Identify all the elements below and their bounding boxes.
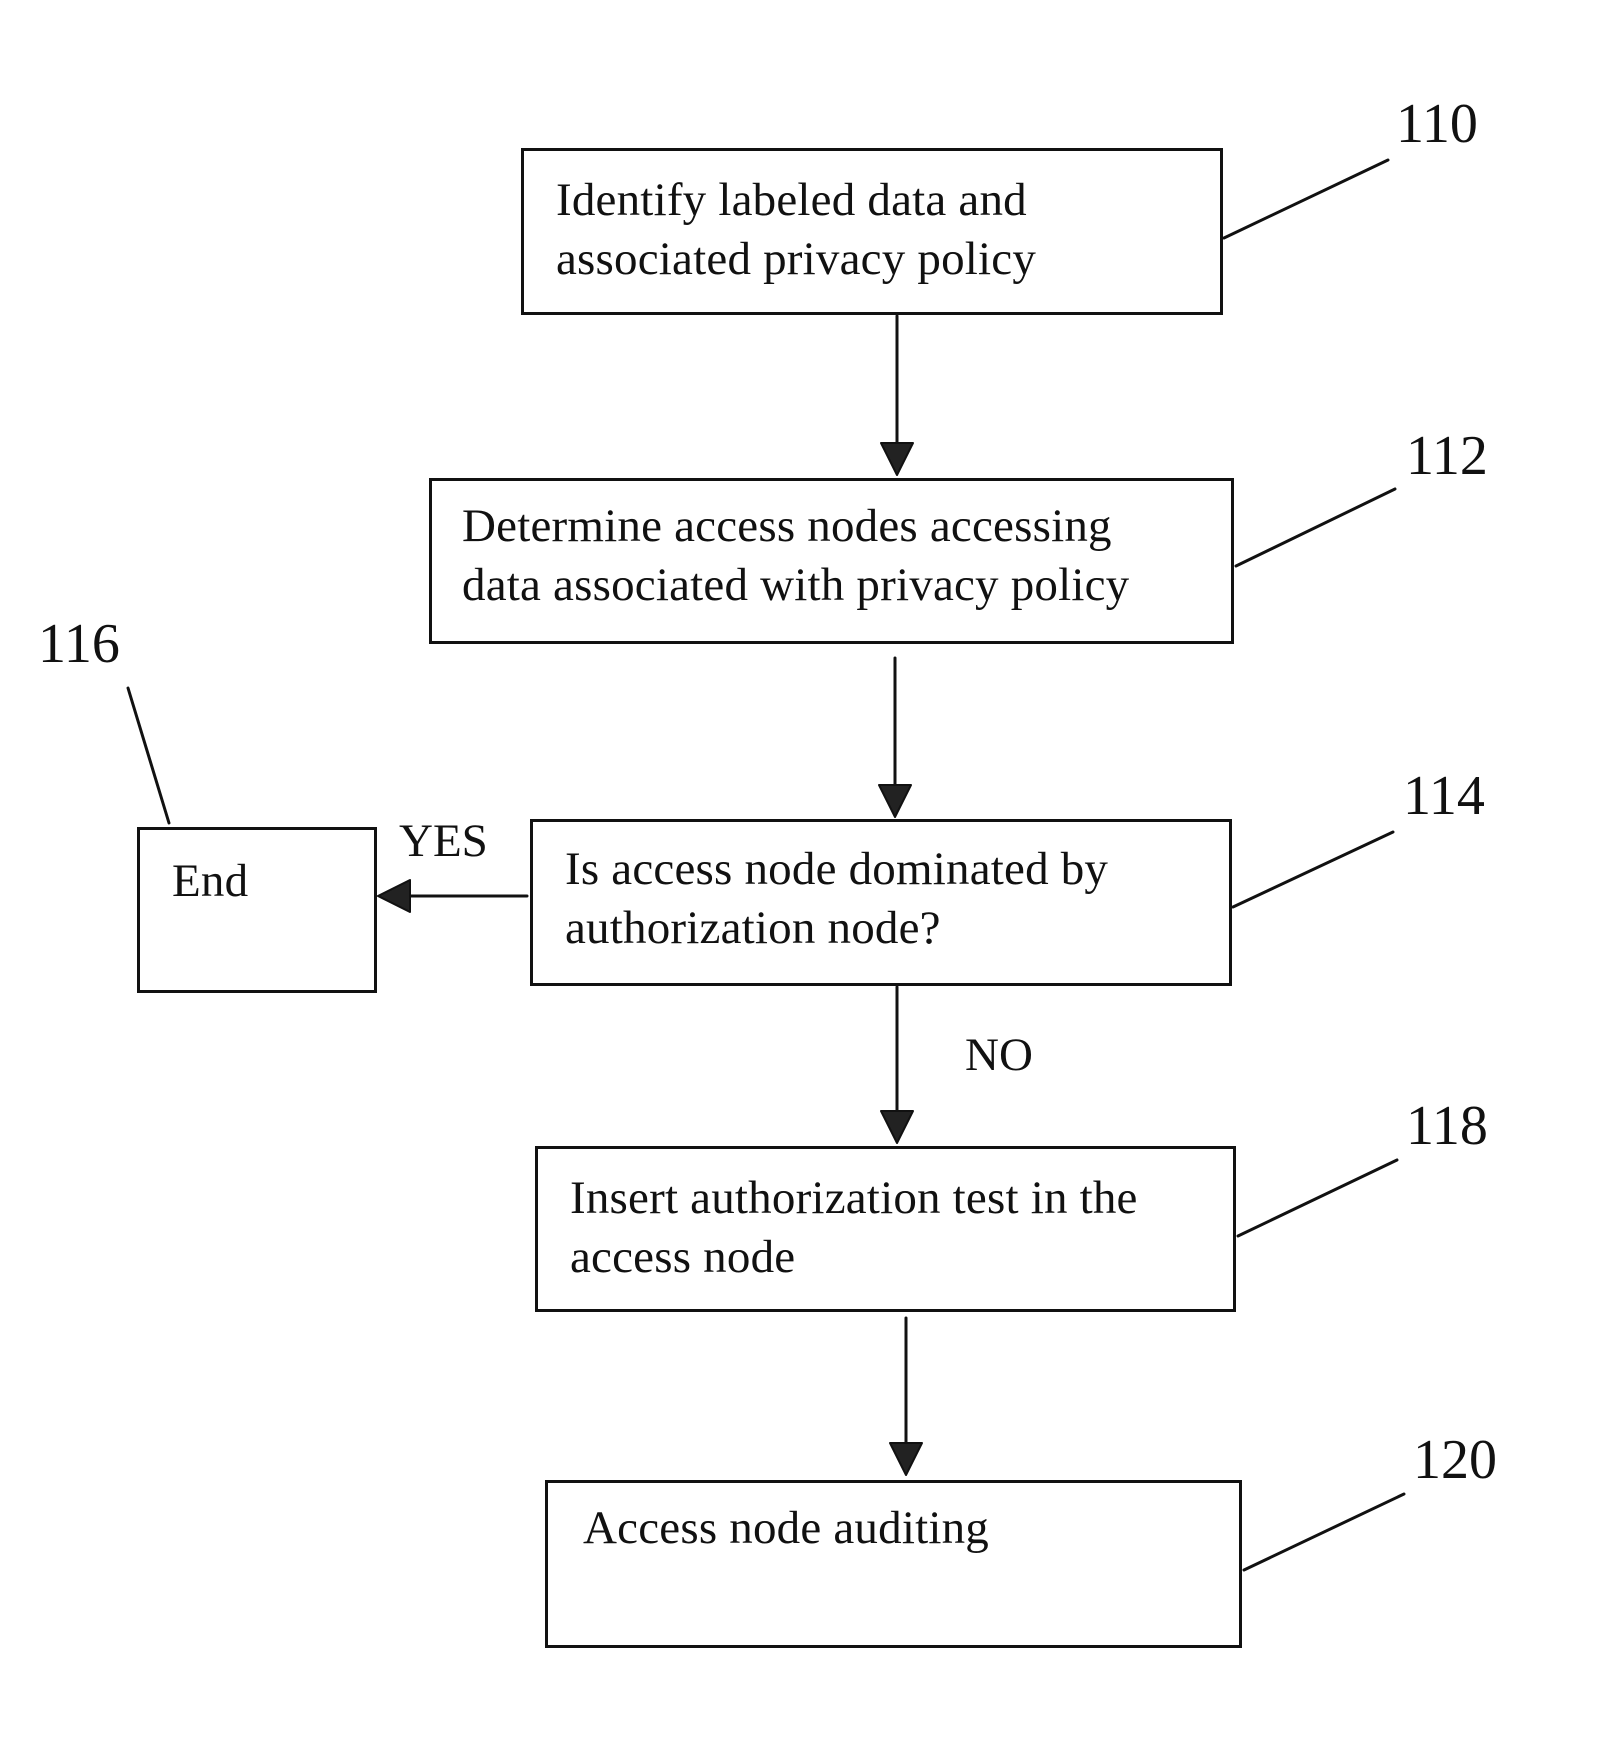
text-line: Determine access nodes accessing xyxy=(462,500,1112,552)
leader-line-120 xyxy=(1242,1492,1406,1572)
branch-label-no: NO xyxy=(965,1029,1033,1081)
reference-numeral-112: 112 xyxy=(1406,425,1488,487)
leader-line-116 xyxy=(126,686,171,825)
process-box-determine-access-nodes: Determine access nodes accessing data as… xyxy=(429,478,1234,644)
process-box-access-node-auditing: Access node auditing xyxy=(545,1480,1242,1648)
reference-numeral-116: 116 xyxy=(38,613,120,675)
terminal-box-text: End xyxy=(172,852,248,911)
reference-numeral-114: 114 xyxy=(1403,765,1485,827)
text-line: Identify labeled data and xyxy=(556,174,1027,226)
text-line: Insert authorization test in the xyxy=(570,1172,1138,1224)
process-box-identify-labeled-data: Identify labeled data and associated pri… xyxy=(521,148,1223,315)
leader-line-114 xyxy=(1231,830,1395,909)
leader-line-110 xyxy=(1222,158,1390,240)
decision-box-text: Is access node dominated by authorizatio… xyxy=(565,840,1108,958)
text-line: access node xyxy=(570,1231,796,1283)
leader-line-112 xyxy=(1234,487,1397,568)
text-line: Is access node dominated by xyxy=(565,843,1109,895)
reference-numeral-120: 120 xyxy=(1413,1429,1497,1491)
arrowhead-114-to-116 xyxy=(377,879,411,913)
process-box-text: Insert authorization test in the access … xyxy=(570,1169,1138,1287)
text-line: Access node auditing xyxy=(583,1502,990,1554)
branch-label-yes: YES xyxy=(399,815,488,867)
reference-numeral-110: 110 xyxy=(1396,93,1478,155)
text-line: data associated with privacy policy xyxy=(462,559,1130,611)
text-line: End xyxy=(172,855,249,907)
arrowhead-112-to-114 xyxy=(878,784,912,818)
process-box-text: Determine access nodes accessing data as… xyxy=(462,497,1129,615)
arrowhead-118-to-120 xyxy=(889,1442,923,1476)
process-box-text: Access node auditing xyxy=(583,1499,989,1558)
arrowhead-110-to-112 xyxy=(880,442,914,476)
text-line: authorization node? xyxy=(565,902,941,954)
flowchart-canvas: Identify labeled data and associated pri… xyxy=(0,0,1603,1760)
text-line: associated privacy policy xyxy=(556,233,1037,285)
process-box-text: Identify labeled data and associated pri… xyxy=(556,171,1036,289)
terminal-box-end: End xyxy=(137,827,377,993)
arrowhead-114-to-118 xyxy=(880,1110,914,1144)
process-box-insert-authorization-test: Insert authorization test in the access … xyxy=(535,1146,1236,1312)
leader-line-118 xyxy=(1236,1158,1399,1238)
reference-numeral-118: 118 xyxy=(1406,1095,1488,1157)
decision-box-dominated-by-authorization: Is access node dominated by authorizatio… xyxy=(530,819,1232,986)
